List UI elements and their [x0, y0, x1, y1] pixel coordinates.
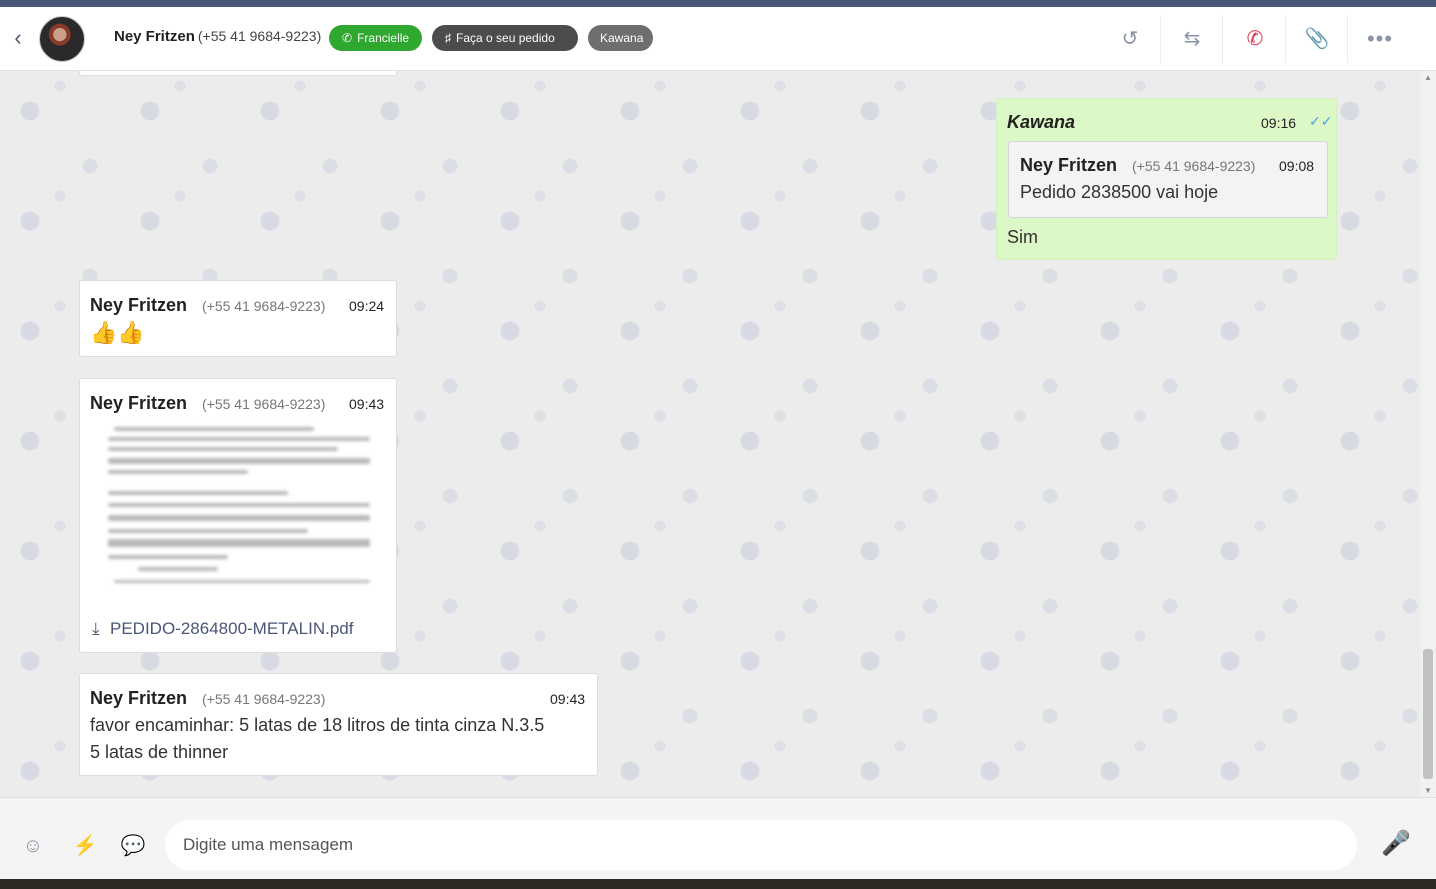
- chat-header: ‹ Ney Fritzen (+55 41 9684-9223) ✆ Francie…: [0, 7, 1436, 71]
- header-divider: [1160, 15, 1161, 63]
- message-composer: ☺ ⚡ 💬 🎤: [0, 797, 1436, 879]
- header-divider: [1222, 15, 1223, 63]
- message-input[interactable]: [165, 820, 1357, 870]
- chat-area[interactable]: Kawana 09:16 ✓✓ Ney Fritzen (+55 41 9684…: [0, 71, 1420, 797]
- avatar[interactable]: [39, 16, 85, 62]
- scroll-up-arrow-icon[interactable]: ▲: [1424, 73, 1432, 82]
- message-phone: (+55 41 9684-9223): [202, 396, 326, 412]
- quoted-phone: (+55 41 9684-9223): [1132, 158, 1256, 174]
- end-chat-icon[interactable]: ✆: [1237, 21, 1273, 57]
- pdf-download-link[interactable]: ⤓ PEDIDO-2864800-METALIN.pdf: [92, 619, 353, 639]
- header-divider: [1285, 15, 1286, 63]
- message-bubble-partial: [79, 71, 397, 76]
- whatsapp-icon: ✆: [342, 31, 353, 45]
- quoted-text: Pedido 2838500 vai hoje: [1020, 182, 1219, 202]
- microphone-icon[interactable]: 🎤: [1380, 826, 1412, 862]
- message-sender: Ney Fritzen: [90, 688, 188, 708]
- scrollbar-thumb[interactable]: [1423, 649, 1433, 779]
- tag-attendant-label: Francielle: [357, 31, 410, 45]
- message-sender: Ney Fritzen: [90, 393, 188, 413]
- message-text: Sim: [1007, 227, 1038, 247]
- message-phone: (+55 41 9684-9223): [202, 691, 326, 707]
- os-taskbar: [0, 879, 1436, 889]
- message-bubble-outgoing[interactable]: Kawana 09:16 ✓✓ Ney Fritzen (+55 41 9684…: [996, 98, 1337, 260]
- download-icon: ⤓: [92, 619, 100, 638]
- quoted-message[interactable]: Ney Fritzen (+55 41 9684-9223) 09:08 Ped…: [1008, 141, 1328, 218]
- message-time: 09:24: [349, 298, 385, 314]
- contact-title: Ney Fritzen (+55 41 9684-9223): [114, 28, 321, 45]
- quoted-sender: Ney Fritzen: [1020, 155, 1118, 175]
- contact-name: Ney Fritzen: [114, 28, 195, 45]
- message-bubble-incoming[interactable]: Ney Fritzen (+55 41 9684-9223) 09:43 ⤓ PE…: [79, 378, 397, 653]
- message-text-line: favor encaminhar: 5 latas de 18 litros d…: [90, 715, 545, 735]
- pdf-thumbnail[interactable]: [108, 425, 370, 605]
- tag-flow[interactable]: ♯ Faça o seu pedido: [432, 25, 578, 51]
- tag-user[interactable]: Kawana: [588, 25, 653, 51]
- read-checkmark-icon: ✓✓: [1309, 113, 1333, 129]
- header-divider: [1347, 15, 1348, 63]
- chat-scrollbar[interactable]: ▲ ▼: [1420, 71, 1436, 797]
- tag-flow-label: Faça o seu pedido: [456, 31, 555, 45]
- more-icon[interactable]: •••: [1362, 21, 1398, 57]
- emoji-icon[interactable]: ☺: [20, 833, 46, 859]
- tag-attendant[interactable]: ✆ Francielle: [329, 25, 422, 51]
- flow-icon: ♯: [445, 31, 451, 45]
- message-bubble-incoming[interactable]: Ney Fritzen (+55 41 9684-9223) 09:24 👍👍: [79, 280, 397, 357]
- quick-reply-icon[interactable]: ⚡: [72, 833, 98, 859]
- history-icon[interactable]: ↺: [1112, 21, 1148, 57]
- back-arrow-icon[interactable]: ‹: [8, 27, 28, 49]
- message-sender: Kawana: [1007, 112, 1076, 132]
- window-top-strip: [0, 0, 1436, 7]
- contact-phone: (+55 41 9684-9223): [197, 28, 322, 44]
- message-sender: Ney Fritzen: [90, 295, 188, 315]
- message-time: 09:16: [1261, 115, 1297, 131]
- message-time: 09:43: [349, 396, 385, 412]
- transfer-icon[interactable]: ⇆: [1174, 21, 1210, 57]
- pdf-filename: PEDIDO-2864800-METALIN.pdf: [110, 619, 354, 638]
- message-text: 👍👍: [90, 320, 145, 345]
- message-text-line: 5 latas de thinner: [90, 742, 229, 762]
- templates-icon[interactable]: 💬: [120, 833, 146, 859]
- message-bubble-incoming[interactable]: Ney Fritzen (+55 41 9684-9223) 09:43 fav…: [79, 673, 598, 776]
- scroll-down-arrow-icon[interactable]: ▼: [1424, 786, 1432, 795]
- attachment-icon[interactable]: 📎: [1299, 21, 1335, 57]
- message-phone: (+55 41 9684-9223): [202, 298, 326, 314]
- tag-user-label: Kawana: [600, 31, 644, 45]
- message-time: 09:43: [550, 691, 586, 707]
- quoted-time: 09:08: [1279, 158, 1315, 174]
